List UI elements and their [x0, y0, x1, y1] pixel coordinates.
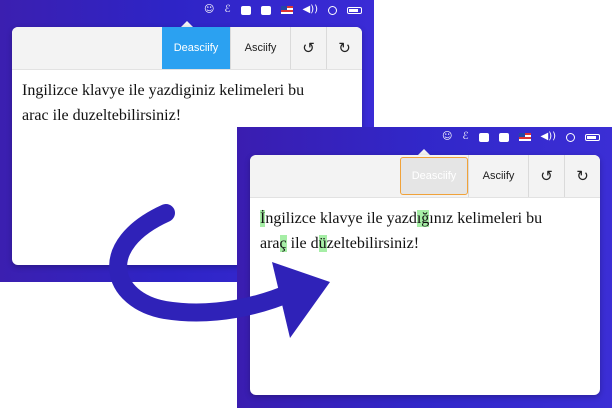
text-segment: nız kelimeleri bu [433, 210, 543, 227]
text-line: İngilizce klavye ile yazdığınız kelimele… [260, 206, 590, 231]
battery-icon[interactable] [585, 133, 600, 141]
script-icon[interactable]: ℰ [224, 5, 230, 15]
text-segment: ngilizce klavye ile yazd [265, 210, 417, 227]
user-icon[interactable] [566, 132, 575, 142]
app-icon[interactable]: ☺ [204, 5, 214, 15]
text-line: araç ile düzeltebilirsiniz! [260, 231, 590, 256]
undo-icon[interactable]: ↺ [290, 27, 326, 69]
text-line: arac ile duzeltebilirsiniz! [22, 107, 182, 124]
corrected-char: ç [279, 235, 287, 252]
text-line: Ingilizce klavye ile yazdiginiz kelimele… [22, 82, 305, 99]
redo-icon[interactable]: ↻ [326, 27, 362, 69]
asciify-button[interactable]: Asciify [230, 27, 290, 69]
deasciify-button[interactable]: Deasciify [400, 157, 468, 195]
toolbar: Deasciify Asciify ↺ ↻ [12, 27, 362, 70]
battery-icon[interactable] [347, 6, 362, 14]
us-flag-icon[interactable] [518, 133, 531, 141]
redo-icon[interactable]: ↻ [564, 155, 600, 197]
app-icon[interactable]: ☺ [442, 132, 452, 142]
volume-icon[interactable]: ◀)) [541, 132, 557, 142]
corrected-char: ü [318, 235, 327, 252]
keyboard-icon[interactable] [260, 5, 271, 15]
script-icon[interactable]: ℰ [462, 132, 468, 142]
after-screenshot: ☺ ℰ ◀)) Deasciify Asciify ↺ ↻ İngilizce … [237, 127, 612, 408]
us-flag-icon[interactable] [280, 6, 293, 14]
text-segment: ara [260, 235, 280, 252]
menu-bar: ☺ ℰ ◀)) [0, 0, 374, 20]
text-area[interactable]: İngilizce klavye ile yazdığınız kelimele… [250, 198, 600, 264]
asciify-button[interactable]: Asciify [468, 155, 528, 197]
drive-icon[interactable] [478, 132, 489, 142]
menu-bar: ☺ ℰ ◀)) [237, 127, 612, 147]
keyboard-icon[interactable] [498, 132, 509, 142]
undo-icon[interactable]: ↺ [528, 155, 564, 197]
drive-icon[interactable] [240, 5, 251, 15]
corrected-char: ığ [416, 210, 430, 227]
user-icon[interactable] [328, 5, 337, 15]
text-segment: ile d [286, 235, 319, 252]
toolbar: Deasciify Asciify ↺ ↻ [250, 155, 600, 198]
text-segment: zeltebilirsiniz! [326, 235, 420, 252]
deasciifier-popover: Deasciify Asciify ↺ ↻ İngilizce klavye i… [250, 155, 600, 395]
volume-icon[interactable]: ◀)) [303, 5, 319, 15]
deasciify-button[interactable]: Deasciify [162, 27, 230, 69]
